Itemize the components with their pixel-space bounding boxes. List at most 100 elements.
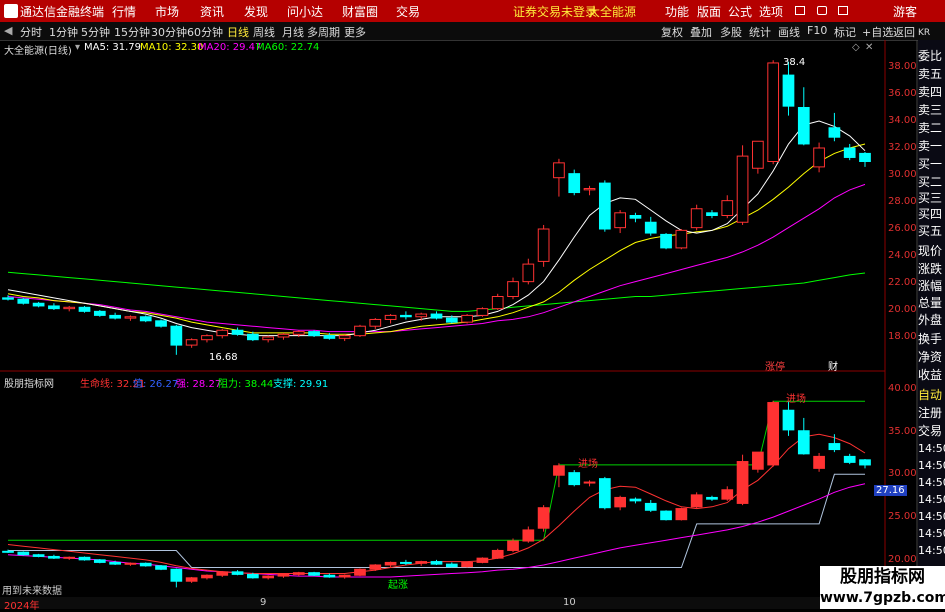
low-label: 16.68 [209, 352, 238, 363]
menu-xuanxiang[interactable]: 选项 [759, 3, 783, 20]
trade-login-warning[interactable]: 证券交易未登录 [513, 3, 597, 20]
tab-zhouxian[interactable]: 周线 [253, 24, 275, 40]
ind-candle-body [170, 568, 183, 582]
tab-rixian[interactable]: 日线 [227, 24, 249, 40]
rp-item: 卖一 [918, 139, 943, 153]
candle-body [231, 329, 244, 335]
indicator-chart[interactable] [2, 400, 871, 588]
candle-body [568, 173, 581, 194]
rp-register[interactable]: 注册 [918, 404, 945, 421]
menu-gongshi[interactable]: 公式 [728, 3, 752, 20]
value-legend: 值: 26.27 [133, 379, 179, 390]
candle-body [338, 335, 351, 339]
menu-wenxiaoda[interactable]: 问小达 [287, 3, 323, 20]
candle-body [384, 314, 397, 320]
menu-faxian[interactable]: 发现 [244, 3, 268, 20]
axis-tick: 22.00 [888, 277, 917, 288]
ind-candle-body [476, 557, 489, 563]
watermark-url: www.7gpzb.com [820, 588, 945, 609]
candle-body [598, 182, 611, 230]
btn-diejia[interactable]: 叠加 [690, 24, 712, 40]
menu-hangqing[interactable]: 行情 [112, 3, 136, 20]
menu-shichang[interactable]: 市场 [155, 3, 179, 20]
btn-fanhui[interactable]: 返回 [893, 24, 915, 40]
app-title: 通达信金融终端 [20, 5, 105, 19]
menu-jiaoyi[interactable]: 交易 [396, 3, 420, 20]
rp-time: 14:50 [918, 493, 945, 506]
tab-30min[interactable]: 30分钟 [151, 24, 187, 40]
rp-time: 14:50 [918, 544, 945, 557]
rp-item: 委比 [918, 49, 943, 63]
ind-candle-body [78, 556, 91, 561]
ind-candle-body [308, 572, 320, 576]
tab-5min[interactable]: 5分钟 [81, 24, 110, 40]
ind-candle-body [277, 573, 290, 577]
menu-gongneng[interactable]: 功能 [665, 3, 689, 20]
candle-body [323, 335, 336, 339]
ind-candle-body [430, 561, 443, 565]
tab-1min[interactable]: 1分钟 [49, 24, 78, 40]
btn-duogu[interactable]: 多股 [720, 24, 742, 40]
candle-body [201, 335, 213, 341]
ind-candle-body [323, 574, 336, 578]
tab-15min[interactable]: 15分钟 [114, 24, 150, 40]
tab-duozhouqi[interactable]: 多周期 [307, 24, 340, 40]
tab-yuexian[interactable]: 月线 [282, 24, 304, 40]
candle-body [415, 313, 428, 318]
axis-tick: 26.00 [888, 223, 917, 234]
menu-caifuquan[interactable]: 财富圈 [342, 3, 378, 20]
ind-axis-tick: 35.00 [888, 426, 917, 437]
btn-zixuan[interactable]: +自选 [862, 24, 893, 40]
rp-auto[interactable]: 自动 [918, 386, 945, 403]
candle-body [629, 215, 642, 219]
candle-body [767, 62, 780, 163]
ind-candle-body [369, 564, 382, 570]
candle-body [78, 306, 91, 312]
ind-axis-tick: 30.00 [888, 468, 917, 479]
candle-body [17, 298, 30, 304]
guest-label[interactable]: 游客 [893, 3, 917, 20]
btn-fuquan[interactable]: 复权 [661, 24, 683, 40]
candle-body [400, 314, 412, 318]
rp-item: 买三 [918, 191, 943, 205]
rise-signal: 起涨 [388, 580, 408, 591]
ind-candle-body [139, 562, 152, 567]
candle-body [32, 302, 45, 307]
axis-tick: 28.00 [888, 196, 917, 207]
btn-biaoji[interactable]: 标记 [834, 24, 856, 40]
axis-tick: 32.00 [888, 142, 917, 153]
kr-label: KR [918, 28, 931, 38]
candle-body [813, 147, 825, 168]
rp-trade[interactable]: 交易 [918, 422, 945, 439]
candle-body [2, 297, 14, 300]
btn-huaxian[interactable]: 画线 [778, 24, 800, 40]
rp-time: 14:50 [918, 476, 945, 489]
message-icon[interactable] [817, 6, 827, 15]
ind-candle-body [63, 556, 76, 559]
btn-f10[interactable]: F10 [807, 24, 827, 37]
ind-candle-body [216, 571, 229, 576]
ind-candle-body [491, 549, 504, 559]
ind-candle-body [354, 568, 366, 576]
candle-body [491, 296, 504, 310]
arrow-left-icon[interactable]: ◀ [4, 24, 12, 37]
candle-body [675, 229, 688, 249]
ind-candle-body [461, 561, 473, 568]
rp-item: 涨幅 [918, 279, 943, 293]
rp-item: 净资 [918, 350, 943, 364]
window-icon[interactable] [795, 6, 805, 15]
candle-body [752, 140, 764, 169]
candle-body [553, 162, 565, 179]
ind-candle-body [415, 561, 428, 564]
app-logo-icon [4, 4, 18, 18]
tab-fenshi[interactable]: 分时 [20, 24, 42, 40]
rp-item: 现价 [918, 244, 943, 258]
menu-banmian[interactable]: 版面 [697, 3, 721, 20]
menu-zixun[interactable]: 资讯 [200, 3, 224, 20]
rp-item: 买四 [918, 207, 943, 221]
tab-60min[interactable]: 60分钟 [187, 24, 223, 40]
tab-gengduo[interactable]: 更多 [344, 24, 366, 40]
help-icon[interactable] [838, 6, 848, 15]
candlestick-chart[interactable] [2, 60, 871, 355]
btn-tongji[interactable]: 统计 [749, 24, 771, 40]
